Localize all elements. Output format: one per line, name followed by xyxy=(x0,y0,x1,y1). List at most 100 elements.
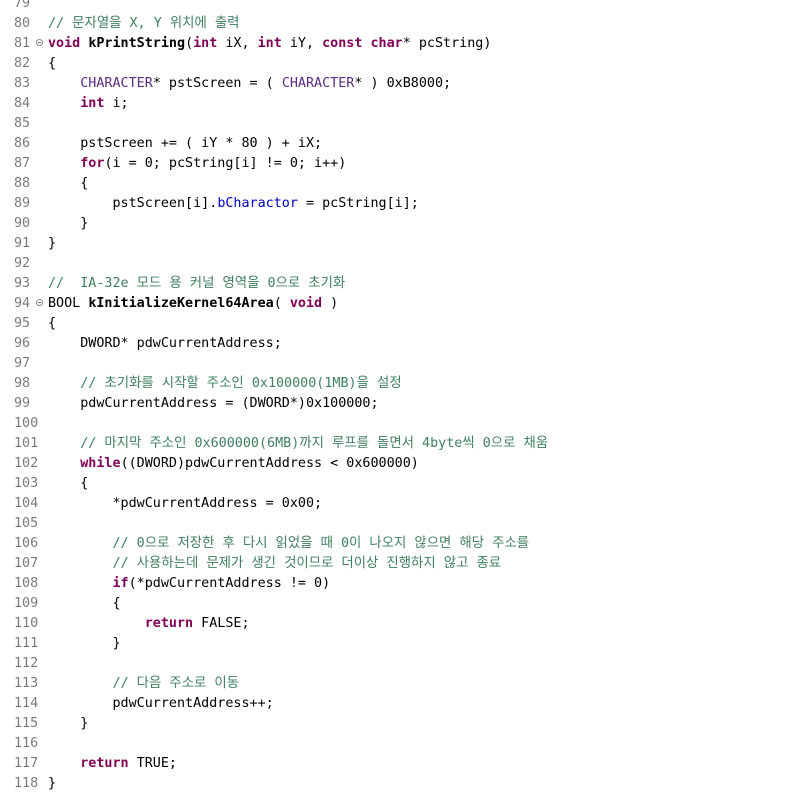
code-line[interactable]: // 0으로 저장한 후 다시 읽었을 때 0이 나오지 않으면 해당 주소를 xyxy=(48,534,786,554)
code-line[interactable]: // 다음 주소로 이동 xyxy=(48,674,786,694)
line-number: 93 xyxy=(14,276,31,291)
text-token: * pstScreen = ( xyxy=(152,76,282,91)
fold-toggle-icon[interactable] xyxy=(36,299,43,306)
text-token: { xyxy=(48,476,89,491)
code-line[interactable]: { xyxy=(48,474,786,494)
code-line[interactable] xyxy=(48,0,786,14)
keyword-token: return xyxy=(144,616,194,631)
line-number: 91 xyxy=(14,236,31,251)
code-line[interactable]: { xyxy=(48,594,786,614)
text-token: (*pdwCurrentAddress != 0) xyxy=(128,576,331,591)
code-line[interactable]: while((DWORD)pdwCurrentAddress < 0x60000… xyxy=(48,454,786,474)
code-line[interactable]: pstScreen[i].bCharactor = pcString[i]; xyxy=(48,194,786,214)
text-token: ( xyxy=(273,296,290,311)
code-editor[interactable]: 79 80 81 82 83 84 85 86 87 88 89 90 91 92 93 94 95 96 97 98… xyxy=(0,0,786,794)
code-line[interactable]: void kPrintString(int iX, int iY, const … xyxy=(48,34,786,54)
fold-toggle-icon[interactable] xyxy=(36,39,43,46)
code-line[interactable]: // 사용하는데 문제가 생긴 것이므로 더이상 진행하지 않고 종료 xyxy=(48,554,786,574)
line-number: 84 xyxy=(14,96,31,111)
comment-token: // 사용하는데 문제가 생긴 것이므로 더이상 진행하지 않고 종료 xyxy=(112,556,502,571)
text-token: pstScreen[i]. xyxy=(48,196,218,211)
code-line[interactable] xyxy=(48,514,786,534)
code-line[interactable]: { xyxy=(48,314,786,334)
text-token: } xyxy=(48,716,89,731)
code-area[interactable]: // 문자열을 X, Y 위치에 출력 void kPrintString(int… xyxy=(48,0,786,794)
text-token: *pdwCurrentAddress = 0x00; xyxy=(48,496,323,511)
line-number: 85 xyxy=(14,116,31,131)
code-line[interactable]: } xyxy=(48,234,786,254)
code-line[interactable]: DWORD* pdwCurrentAddress; xyxy=(48,334,786,354)
text-token: { xyxy=(48,176,89,191)
code-line[interactable]: return FALSE; xyxy=(48,614,786,634)
code-line[interactable] xyxy=(48,654,786,674)
text-token: pstScreen += ( iY * 80 ) + iX; xyxy=(48,136,323,151)
text-token: { xyxy=(48,316,57,331)
macro-token: CHARACTER xyxy=(80,76,153,91)
code-line[interactable] xyxy=(48,254,786,274)
code-line[interactable]: { xyxy=(48,174,786,194)
keyword-token: char xyxy=(370,36,403,51)
code-line[interactable]: pstScreen += ( iY * 80 ) + iX; xyxy=(48,134,786,154)
code-line[interactable]: // 초기화를 시작할 주소인 0x100000(1MB)을 설정 xyxy=(48,374,786,394)
code-line[interactable]: } xyxy=(48,214,786,234)
text-token: iX, xyxy=(217,36,258,51)
code-line[interactable]: *pdwCurrentAddress = 0x00; xyxy=(48,494,786,514)
code-line[interactable]: // 마지막 주소인 0x600000(6MB)까지 루프를 돌면서 4byte… xyxy=(48,434,786,454)
line-number: 102 xyxy=(14,456,39,471)
text-token: iY, xyxy=(281,36,323,51)
keyword-token: for xyxy=(80,156,105,171)
code-line[interactable]: int i; xyxy=(48,94,786,114)
code-line[interactable]: pdwCurrentAddress = (DWORD*)0x100000; xyxy=(48,394,786,414)
text-token: (i = 0; pcString[i] != 0; i++) xyxy=(104,156,347,171)
code-line[interactable] xyxy=(48,734,786,754)
keyword-token: while xyxy=(80,456,121,471)
line-number: 106 xyxy=(14,536,39,551)
line-number: 87 xyxy=(14,156,31,171)
code-line[interactable]: { xyxy=(48,54,786,74)
code-line[interactable]: } xyxy=(48,774,786,794)
keyword-token: int xyxy=(257,36,282,51)
text-token: i; xyxy=(104,96,129,111)
code-line[interactable]: } xyxy=(48,634,786,654)
function-name-token: kPrintString xyxy=(88,36,186,51)
code-line[interactable] xyxy=(48,414,786,434)
line-number: 95 xyxy=(14,316,31,331)
line-number: 111 xyxy=(14,636,39,651)
code-line[interactable] xyxy=(48,354,786,374)
code-line[interactable]: // 문자열을 X, Y 위치에 출력 xyxy=(48,14,786,34)
text-token: pdwCurrentAddress = (DWORD*)0x100000; xyxy=(48,396,379,411)
line-number: 80 xyxy=(14,16,31,31)
line-number: 88 xyxy=(14,176,31,191)
line-number: 115 xyxy=(14,716,39,731)
code-line[interactable]: pdwCurrentAddress++; xyxy=(48,694,786,714)
text-token: { xyxy=(48,596,121,611)
line-number: 105 xyxy=(14,516,39,531)
line-number: 107 xyxy=(14,556,39,571)
code-line[interactable]: return TRUE; xyxy=(48,754,786,774)
line-number: 103 xyxy=(14,476,39,491)
text-token: * ) 0xB8000; xyxy=(354,76,452,91)
code-line[interactable] xyxy=(48,114,786,134)
keyword-token: return xyxy=(80,756,129,771)
line-number-gutter: 79 80 81 82 83 84 85 86 87 88 89 90 91 92 93 94 95 96 97 98… xyxy=(0,0,43,794)
code-line[interactable]: // IA-32e 모드 용 커널 영역을 0으로 초기화 xyxy=(48,274,786,294)
code-line[interactable]: BOOL kInitializeKernel64Area( void ) xyxy=(48,294,786,314)
code-line[interactable]: CHARACTER* pstScreen = ( CHARACTER* ) 0x… xyxy=(48,74,786,94)
text-token: } xyxy=(48,636,121,651)
code-line[interactable]: if(*pdwCurrentAddress != 0) xyxy=(48,574,786,594)
code-line[interactable]: } xyxy=(48,714,786,734)
code-line[interactable]: for(i = 0; pcString[i] != 0; i++) xyxy=(48,154,786,174)
comment-token: // 마지막 주소인 0x600000(6MB)까지 루프를 돌면서 4byte… xyxy=(80,436,549,451)
text-token: } xyxy=(48,776,57,791)
